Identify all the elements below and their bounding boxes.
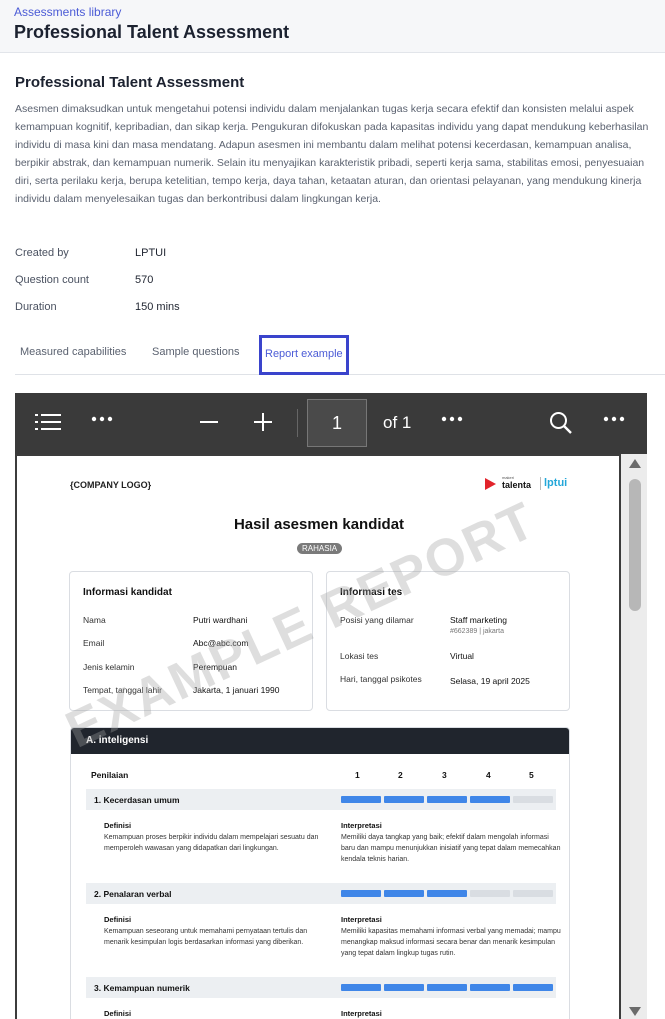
- candidate-info-title: Informasi kandidat: [83, 587, 172, 598]
- score-header-label: Penilaian: [91, 770, 129, 780]
- score-bar-segment: [427, 984, 467, 991]
- capability-name: 3. Kemampuan numerik: [94, 983, 190, 993]
- zoom-in-icon[interactable]: [254, 412, 272, 438]
- meta-value-question-count: 570: [135, 274, 154, 286]
- scrollbar-thumb[interactable]: [629, 479, 641, 611]
- page-number-input[interactable]: 1: [307, 399, 367, 447]
- more-options-center-icon[interactable]: [441, 408, 463, 436]
- zoom-out-icon[interactable]: [200, 412, 218, 438]
- pdf-toolbar: 1 of 1: [15, 393, 647, 454]
- scale-label: 1: [355, 770, 360, 780]
- more-options-right-icon[interactable]: [603, 408, 625, 436]
- interpretation-heading: Interpretasi: [341, 821, 382, 830]
- company-logo-placeholder: {COMPANY LOGO}: [70, 480, 152, 490]
- candidate-value: Perempuan: [193, 662, 237, 672]
- score-bar-segment: [470, 984, 510, 991]
- header-title: Professional Talent Assessment: [14, 22, 290, 42]
- interpretation-heading: Interpretasi: [341, 915, 382, 924]
- outline-list-icon[interactable]: [35, 412, 61, 438]
- pdf-viewer: 1 of 1 {COMPANY LOGO} makeri talenta lpt…: [15, 393, 647, 1019]
- candidate-value: Abc@abc.com: [193, 638, 249, 648]
- test-label: Posisi yang dilamar: [340, 615, 414, 625]
- tab-report-example[interactable]: Report example: [259, 335, 349, 375]
- meta-label-duration: Duration: [15, 301, 57, 313]
- capability-name: 2. Penalaran verbal: [94, 889, 172, 899]
- definition-heading: Definisi: [104, 915, 132, 924]
- interpretation-text: Memiliki kapasitas memahami informasi ve…: [341, 928, 561, 957]
- score-bar-segment: [341, 796, 381, 803]
- candidate-label: Jenis kelamin: [83, 662, 135, 672]
- score-bar-segment: [513, 890, 553, 897]
- brand-partner: lptui: [544, 477, 568, 489]
- candidate-label: Email: [83, 638, 105, 648]
- score-bar-segment: [341, 984, 381, 991]
- meta-value-created-by: LPTUI: [135, 247, 167, 259]
- brand-name: talenta: [502, 480, 532, 490]
- tab-measured-capabilities[interactable]: Measured capabilities: [20, 346, 126, 358]
- scroll-up-arrow-icon[interactable]: [629, 459, 641, 468]
- page-title: Professional Talent Assessment: [15, 74, 245, 91]
- breadcrumb-assessments-library[interactable]: Assessments library: [14, 5, 121, 19]
- definition-text: Kemampuan seseorang untuk memahami perny…: [104, 928, 308, 946]
- definition-heading: Definisi: [104, 821, 132, 830]
- meta-value-duration: 150 mins: [135, 301, 180, 313]
- meta-label-question-count: Question count: [15, 274, 89, 286]
- definition-text: Kemampuan proses berpikir individu dalam…: [104, 834, 319, 852]
- confidential-badge: RAHASIA: [297, 543, 343, 554]
- interpretation-text: Memiliki daya tangkap yang baik; efektif…: [341, 834, 561, 863]
- candidate-value: Putri wardhani: [193, 615, 248, 625]
- score-bar-segment: [513, 796, 553, 803]
- scroll-down-arrow-icon[interactable]: [629, 1007, 641, 1016]
- score-bar-segment: [513, 984, 553, 991]
- interpretation-heading: Interpretasi: [341, 1009, 382, 1018]
- score-bar-segment: [384, 890, 424, 897]
- test-info-title: Informasi tes: [340, 587, 403, 598]
- brand-divider: [540, 477, 541, 490]
- score-bar-segment: [470, 796, 510, 803]
- pdf-page: {COMPANY LOGO} makeri talenta lptui Hasi…: [17, 456, 619, 1019]
- capability-row: 2. Penalaran verbal: [86, 883, 556, 904]
- candidate-info-card: Informasi kandidat Nama Putri wardhani E…: [69, 571, 313, 711]
- test-value: Virtual: [450, 651, 474, 661]
- test-subvalue: #662389 | jakarta: [450, 628, 504, 635]
- page-count-label: of 1: [383, 413, 412, 432]
- capability-row: 1. Kecerdasan umum: [86, 789, 556, 810]
- tab-sample-questions[interactable]: Sample questions: [152, 346, 239, 358]
- brand-arrow-icon: [485, 478, 496, 490]
- report-title: Hasil asesmen kandidat: [233, 516, 405, 533]
- scale-label: 4: [486, 770, 491, 780]
- score-bar-segment: [341, 890, 381, 897]
- scale-label: 5: [529, 770, 534, 780]
- search-icon[interactable]: [549, 411, 573, 441]
- assessment-description: Asesmen dimaksudkan untuk mengetahui pot…: [15, 103, 649, 205]
- definition-heading: Definisi: [104, 1009, 132, 1018]
- capability-row: 3. Kemampuan numerik: [86, 977, 556, 998]
- scale-label: 3: [442, 770, 447, 780]
- score-bar-segment: [427, 890, 467, 897]
- candidate-label: Tempat, tanggal lahir: [83, 685, 162, 695]
- score-bar-segment: [384, 796, 424, 803]
- tab-bar: Measured capabilities Sample questions R…: [15, 335, 665, 375]
- section-header: A. inteligensi: [71, 728, 569, 754]
- score-bar-segment: [470, 890, 510, 897]
- test-info-card: Informasi tes Posisi yang dilamar Staff …: [326, 571, 570, 711]
- score-bar-segment: [384, 984, 424, 991]
- tab-report-example-label: Report example: [265, 348, 343, 360]
- test-value: Staff marketing: [450, 615, 508, 625]
- capability-name: 1. Kecerdasan umum: [94, 795, 180, 805]
- candidate-value: Jakarta, 1 januari 1990: [193, 685, 280, 695]
- test-label: Lokasi tes: [340, 651, 379, 661]
- top-header: Assessments library Professional Talent …: [0, 0, 665, 53]
- section-inteligensi: A. inteligensi Penilaian 1 2 3 4 5 1. Ke…: [70, 727, 570, 1019]
- score-bar-segment: [427, 796, 467, 803]
- candidate-label: Nama: [83, 615, 106, 625]
- meta-label-created-by: Created by: [15, 247, 69, 259]
- test-value: Selasa, 19 april 2025: [450, 676, 530, 686]
- scale-label: 2: [398, 770, 403, 780]
- test-label: Hari, tanggal psikotes: [340, 674, 422, 684]
- more-options-left-icon[interactable]: [91, 408, 113, 436]
- toolbar-divider: [297, 409, 298, 437]
